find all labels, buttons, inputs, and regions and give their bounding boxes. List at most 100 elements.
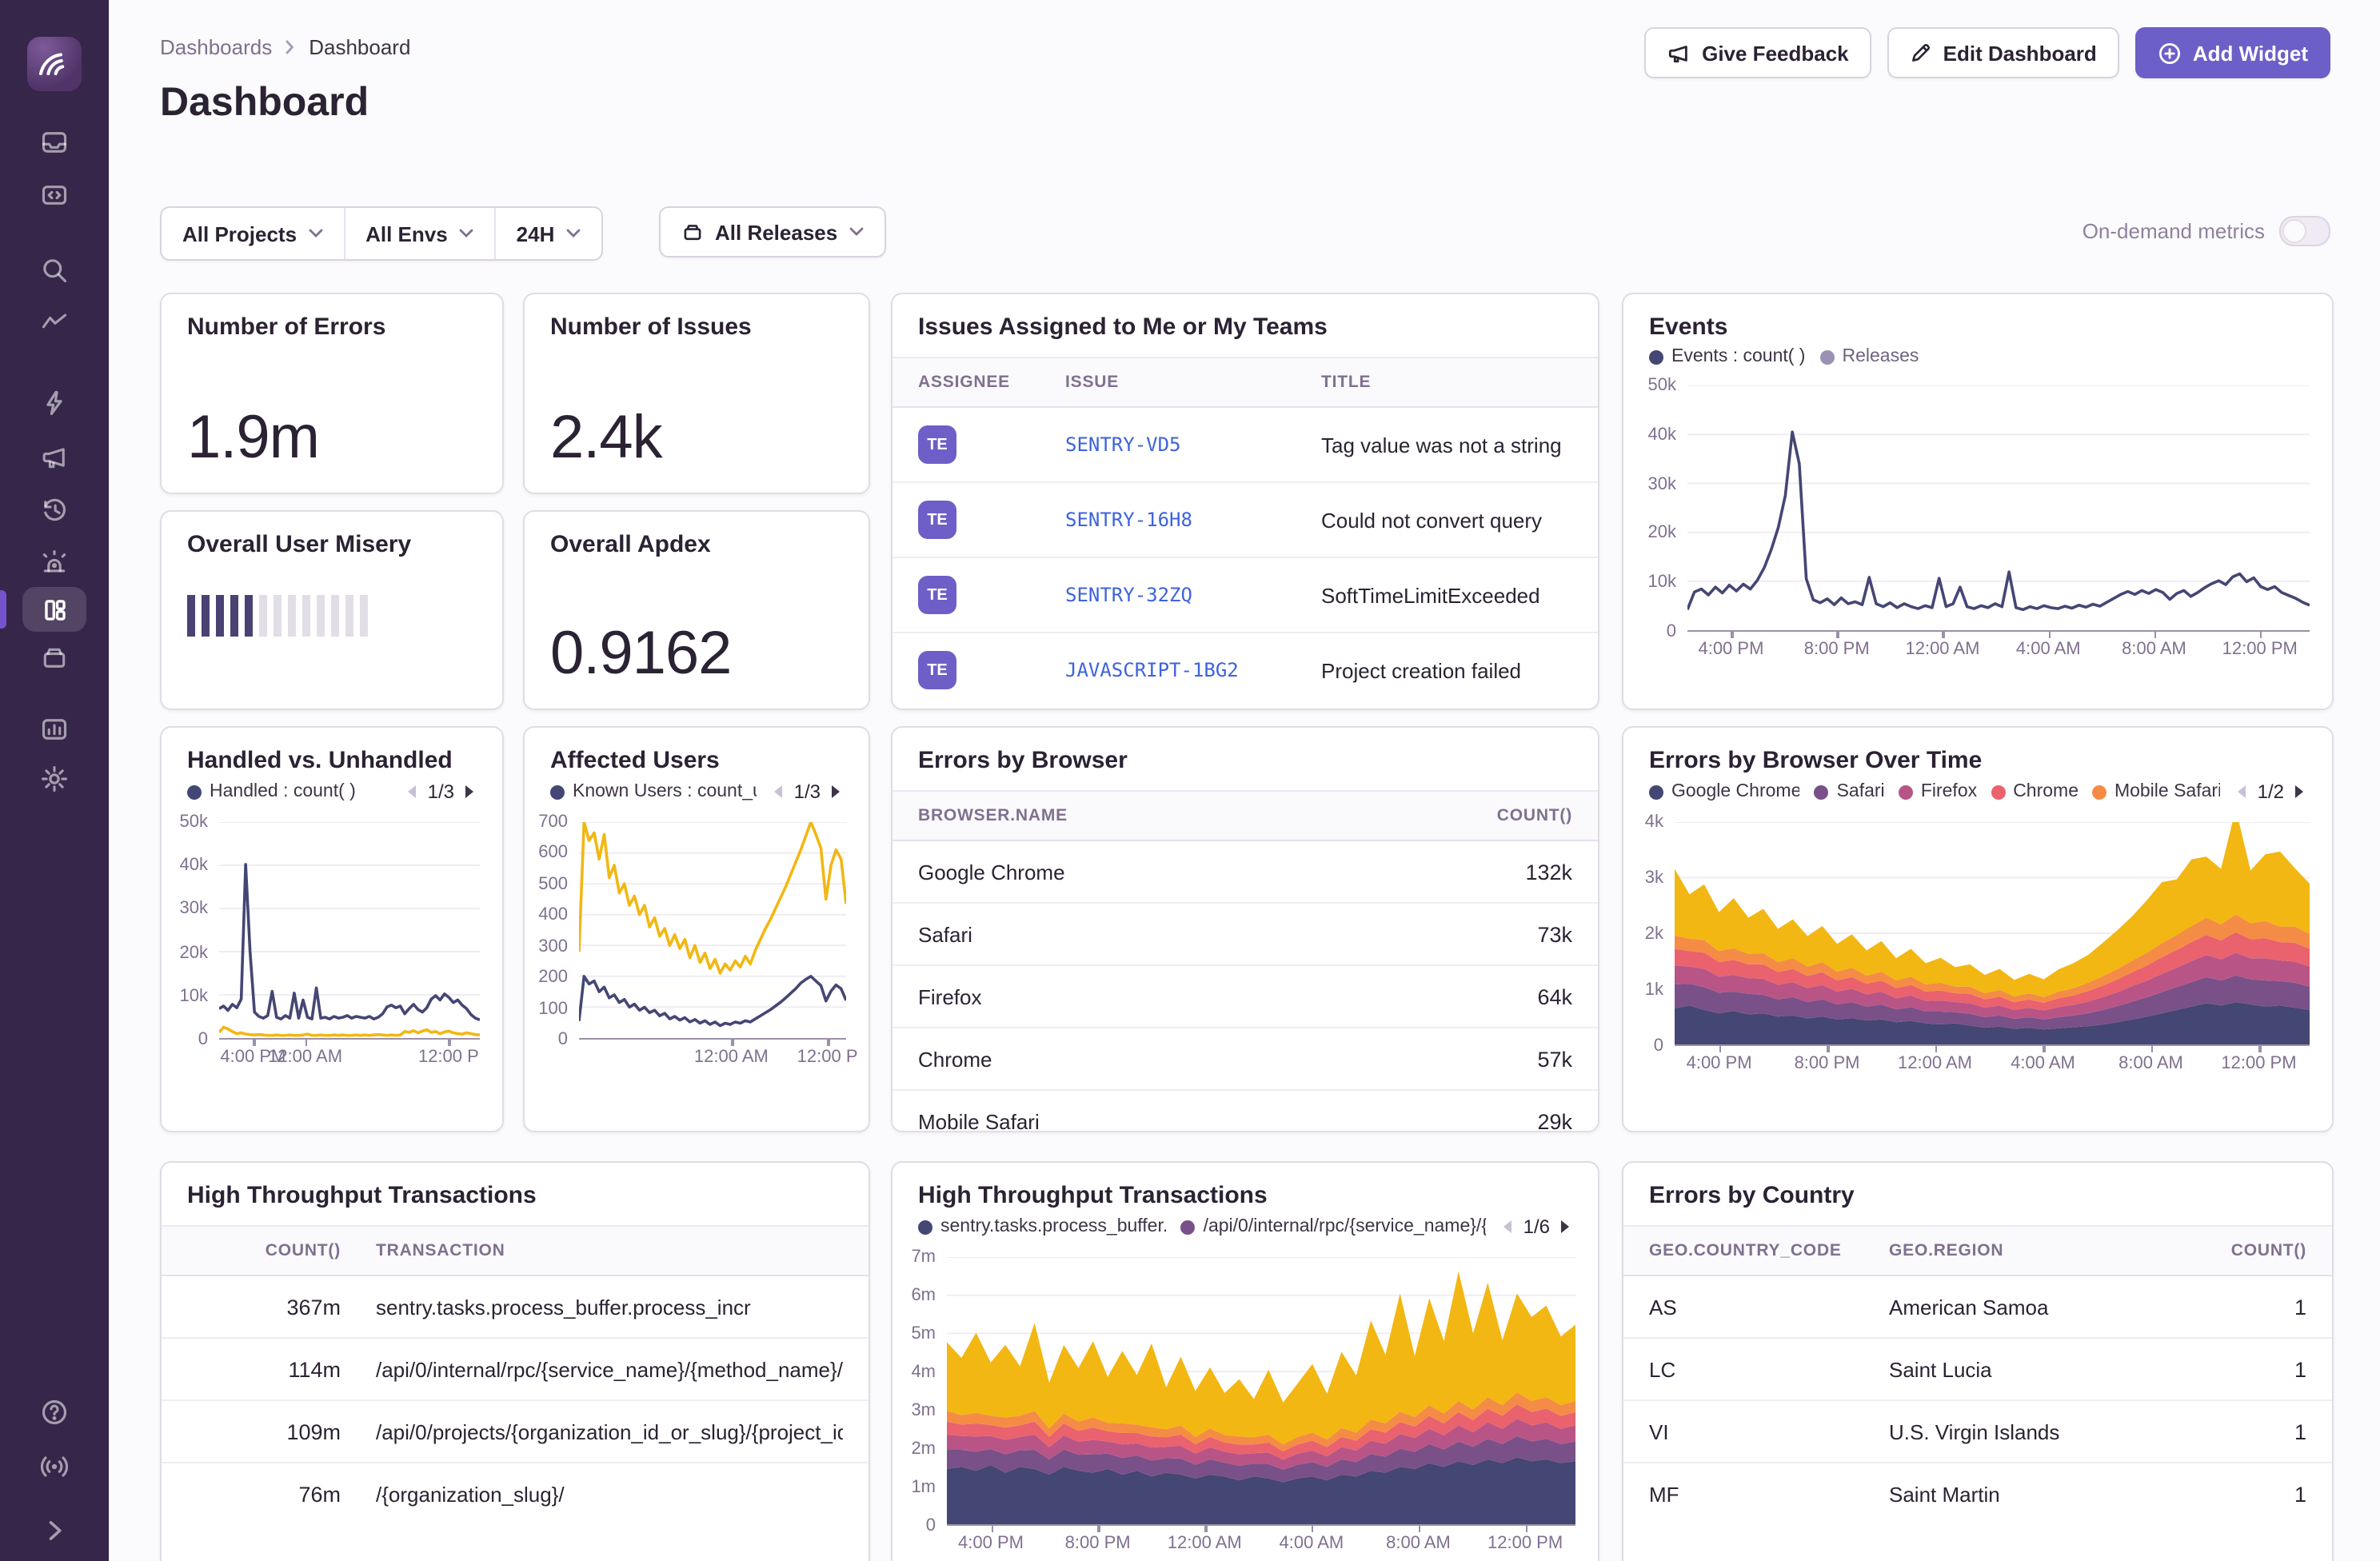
handled-chart[interactable]: 010k20k30k40k50k 4:00 PM12:00 AM12:00 P: [168, 822, 480, 1068]
table-row[interactable]: 367msentry.tasks.process_buffer.process_…: [162, 1276, 869, 1339]
column-assignee[interactable]: ASSIGNEE: [918, 373, 1065, 392]
table-row[interactable]: LCSaint Lucia1: [1623, 1339, 2332, 1401]
help-icon[interactable]: [40, 1398, 69, 1427]
lightning-icon[interactable]: [40, 389, 69, 417]
events-chart[interactable]: 010k20k30k40k50k 4:00 PM8:00 PM12:00 AM4…: [1630, 385, 2310, 661]
table-row[interactable]: ASAmerican Samoa1: [1623, 1276, 2332, 1339]
error-count: 73k: [1444, 922, 1572, 946]
column-region[interactable]: GEO.REGION: [1889, 1241, 2194, 1260]
traces-icon[interactable]: [40, 307, 69, 336]
pager-prev-icon[interactable]: [1501, 1219, 1514, 1235]
legend-item[interactable]: /api/0/internal/rpc/{service_name}/{meth…: [1181, 1217, 1487, 1236]
projects-icon[interactable]: [40, 181, 69, 210]
y-axis-label: 100: [538, 997, 568, 1020]
releases-icon[interactable]: [40, 643, 69, 672]
legend-item[interactable]: Google Chrome: [1649, 782, 1800, 801]
widget-high-throughput-chart: High Throughput Transactions sentry.task…: [891, 1161, 1599, 1561]
column-transaction[interactable]: TRANSACTION: [341, 1241, 843, 1260]
alerts-icon[interactable]: [40, 549, 69, 577]
sentry-logo[interactable]: [27, 37, 82, 91]
column-title[interactable]: TITLE: [1321, 373, 1572, 392]
issue-link[interactable]: SENTRY-VD5: [1065, 433, 1321, 456]
issue-link[interactable]: SENTRY-32ZQ: [1065, 584, 1321, 606]
search-icon[interactable]: [40, 256, 69, 285]
browser-name: Google Chrome: [918, 860, 1444, 884]
high-throughput-chart[interactable]: 01m2m3m4m5m6m7m 4:00 PM8:00 PM12:00 AM4:…: [899, 1257, 1575, 1555]
column-count[interactable]: COUNT(): [187, 1241, 341, 1260]
legend-item[interactable]: Chrome: [1991, 782, 2078, 801]
table-row[interactable]: TESENTRY-32ZQSoftTimeLimitExceeded: [892, 558, 1598, 633]
chevron-down-icon: [565, 229, 580, 238]
assignee-badge[interactable]: TE: [918, 425, 956, 464]
table-row[interactable]: 76m/{organization_slug}/: [162, 1463, 869, 1524]
transaction-link[interactable]: /api/0/internal/rpc/{service_name}/{meth…: [341, 1357, 843, 1381]
pager-next-icon[interactable]: [464, 784, 477, 800]
legend-item[interactable]: Mobile Safari: [2092, 782, 2221, 801]
legend-item[interactable]: Firefox: [1899, 782, 1976, 801]
affected-users-chart[interactable]: 0100200300400500600700 12:00 AM12:00 P: [531, 822, 846, 1068]
legend-dot: [550, 784, 565, 799]
chart-legend: sentry.tasks.process_buffer.process_incr…: [918, 1216, 1572, 1238]
broadcast-icon[interactable]: [40, 1452, 69, 1481]
transaction-link[interactable]: sentry.tasks.process_buffer.process_incr: [341, 1295, 843, 1319]
legend-item[interactable]: Handled : count( ): [187, 782, 356, 801]
browser-over-time-chart[interactable]: 01k2k3k4k 4:00 PM8:00 PM12:00 AM4:00 AM8…: [1630, 822, 2310, 1075]
table-row[interactable]: Mobile Safari29k: [892, 1091, 1598, 1132]
history-icon[interactable]: [40, 496, 69, 525]
breadcrumb-dashboards[interactable]: Dashboards: [160, 35, 272, 59]
pager-prev-icon[interactable]: [2235, 784, 2248, 800]
pager-next-icon[interactable]: [2294, 784, 2306, 800]
table-row[interactable]: 114m/api/0/internal/rpc/{service_name}/{…: [162, 1339, 869, 1401]
table-row[interactable]: TESENTRY-16H8Could not convert query: [892, 483, 1598, 558]
releases-filter[interactable]: All Releases: [659, 206, 885, 258]
legend-item[interactable]: Releases: [1819, 347, 1919, 366]
chart-legend: Known Users : count_unique(user)1/3: [550, 780, 843, 803]
legend-item[interactable]: Safari: [1815, 782, 1884, 801]
assignee-badge[interactable]: TE: [918, 501, 956, 539]
issues-icon[interactable]: [40, 128, 69, 157]
table-row[interactable]: Google Chrome132k: [892, 841, 1598, 904]
assignee-badge[interactable]: TE: [918, 651, 956, 689]
y-axis-label: 0: [558, 1028, 568, 1051]
widget-number-of-issues: Number of Issues 2.4k: [523, 293, 870, 494]
table-row[interactable]: Chrome57k: [892, 1028, 1598, 1091]
column-country-code[interactable]: GEO.COUNTRY_CODE: [1649, 1241, 1889, 1260]
environment-filter[interactable]: All Envs: [343, 208, 494, 259]
add-widget-button[interactable]: Add Widget: [2135, 27, 2330, 78]
table-row[interactable]: MFSaint Martin1: [1623, 1463, 2332, 1524]
widget-errors-by-country: Errors by Country GEO.COUNTRY_CODE GEO.R…: [1622, 1161, 2334, 1561]
time-range-filter[interactable]: 24H: [494, 208, 601, 259]
legend-item[interactable]: Events : count( ): [1649, 347, 1805, 366]
table-row[interactable]: Firefox64k: [892, 966, 1598, 1028]
collapse-sidebar-icon[interactable]: [40, 1516, 69, 1545]
assignee-badge[interactable]: TE: [918, 576, 956, 614]
table-row[interactable]: 109m/api/0/projects/{organization_id_or_…: [162, 1401, 869, 1463]
table-row[interactable]: VIU.S. Virgin Islands1: [1623, 1401, 2332, 1463]
legend-item[interactable]: sentry.tasks.process_buffer.process_incr: [918, 1217, 1167, 1236]
project-filter[interactable]: All Projects: [162, 208, 343, 259]
give-feedback-button[interactable]: Give Feedback: [1644, 27, 1871, 78]
dashboards-icon[interactable]: [22, 587, 86, 632]
edit-dashboard-button[interactable]: Edit Dashboard: [1887, 27, 2119, 78]
pager-prev-icon[interactable]: [772, 784, 785, 800]
stats-icon[interactable]: [40, 715, 69, 744]
legend-item[interactable]: Known Users : count_unique(user): [550, 782, 757, 801]
settings-gear-icon[interactable]: [40, 765, 69, 793]
transaction-link[interactable]: /api/0/projects/{organization_id_or_slug…: [341, 1419, 843, 1443]
pager-next-icon[interactable]: [1559, 1219, 1572, 1235]
y-axis-label: 0: [198, 1028, 208, 1051]
column-count[interactable]: COUNT(): [1444, 806, 1572, 825]
column-count[interactable]: COUNT(): [2194, 1241, 2306, 1260]
megaphone-icon[interactable]: [40, 443, 69, 472]
pager-prev-icon[interactable]: [405, 784, 418, 800]
transaction-link[interactable]: /{organization_slug}/: [341, 1482, 843, 1506]
column-issue[interactable]: ISSUE: [1065, 373, 1321, 392]
issue-link[interactable]: SENTRY-16H8: [1065, 509, 1321, 531]
table-row[interactable]: TEJAVASCRIPT-1BG2Project creation failed: [892, 633, 1598, 707]
column-browser-name[interactable]: BROWSER.NAME: [918, 806, 1444, 825]
on-demand-toggle[interactable]: [2279, 216, 2330, 246]
issue-link[interactable]: JAVASCRIPT-1BG2: [1065, 659, 1321, 681]
table-row[interactable]: TESENTRY-VD5Tag value was not a string: [892, 408, 1598, 483]
pager-next-icon[interactable]: [830, 784, 843, 800]
table-row[interactable]: Safari73k: [892, 904, 1598, 966]
